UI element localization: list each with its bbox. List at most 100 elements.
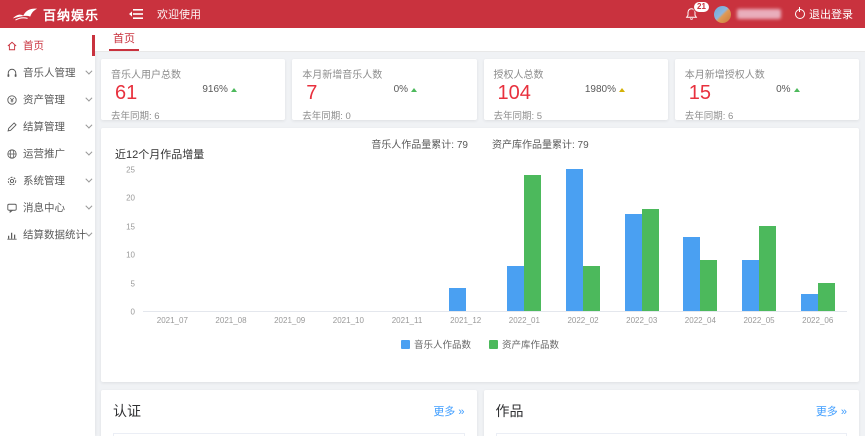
content: 音乐人用户总数61916%去年同期: 6本月新增音乐人数70%去年同期: 0授权… (95, 52, 865, 436)
chevron-down-icon (85, 68, 92, 75)
stat-percent: 1980% (585, 84, 625, 95)
brand-name: 百纳娱乐 (43, 5, 99, 24)
y-tick-label: 25 (126, 166, 135, 175)
chevron-down-icon (85, 122, 92, 129)
welcome-text: 欢迎使用 (157, 6, 201, 22)
x-tick-label: 2022_04 (671, 312, 730, 325)
sidebar: 首页音乐人管理资产管理结算管理运营推广系统管理消息中心结算数据统计 (0, 28, 95, 436)
bar-group-2021_08 (202, 170, 261, 311)
stat-card-3: 本月新增授权人数150% 去年同期: 6 (675, 59, 859, 120)
trend-up-icon (411, 88, 417, 92)
sidebar-item-coins[interactable]: 资产管理 (0, 86, 95, 113)
tabbar: 首页 (95, 28, 865, 52)
stat-title: 授权人总数 (494, 66, 658, 81)
sidebar-item-label: 结算管理 (23, 119, 65, 134)
x-tick-label: 2021_12 (436, 312, 495, 325)
stat-value: 104 (498, 82, 658, 105)
message-icon (6, 202, 18, 214)
stat-card-2: 授权人总数1041980%去年同期: 5 (484, 59, 668, 120)
panel-认证: 认证更多 »头像真实姓名手机号类型提交时间审核状态操作 (101, 390, 477, 436)
stat-percent: 0% (394, 84, 417, 95)
chevron-down-icon (85, 95, 92, 102)
bar-音乐人作品数-2021_12 (449, 288, 466, 311)
notification-badge: 21 (693, 1, 710, 13)
legend-label: 音乐人作品数 (414, 337, 471, 351)
chart-totals: 音乐人作品量累计: 79资产库作品量累计: 79 (101, 136, 859, 151)
bar-group-2022_04 (671, 170, 730, 311)
sidebar-item-label: 消息中心 (23, 200, 65, 215)
sidebar-item-bar-chart[interactable]: 结算数据统计 (0, 221, 95, 248)
headphones-icon (6, 67, 18, 79)
trend-up-icon (619, 88, 625, 92)
app-header: 百纳娱乐 欢迎使用 21 退出登录 (0, 0, 865, 28)
app-root: 百纳娱乐 欢迎使用 21 退出登录 首页音乐人管理资产 (0, 0, 865, 436)
legend-swatch-icon (489, 340, 498, 349)
stat-title: 本月新增授权人数 (685, 66, 849, 81)
sidebar-item-label: 首页 (23, 38, 44, 53)
legend-item-音乐人作品数[interactable]: 音乐人作品数 (401, 337, 471, 351)
sidebar-item-label: 运营推广 (23, 146, 65, 161)
home-icon (6, 40, 18, 52)
bar-音乐人作品数-2022_01 (507, 266, 524, 311)
trend-up-icon (231, 88, 237, 92)
bar-资产库作品数-2022_05 (759, 226, 776, 311)
chevron-down-icon (85, 149, 92, 156)
sidebar-item-pen[interactable]: 结算管理 (0, 113, 95, 140)
bar-group-2022_02 (554, 170, 613, 311)
y-tick-label: 20 (126, 194, 135, 203)
bar-group-2021_09 (260, 170, 319, 311)
stat-percent: 916% (202, 84, 237, 95)
stat-value: 15 (689, 82, 849, 105)
chart-total: 资产库作品量累计: 79 (492, 140, 589, 151)
bar-资产库作品数-2022_06 (818, 283, 835, 311)
y-tick-label: 10 (126, 251, 135, 260)
tab-home-label: 首页 (113, 33, 135, 45)
sidebar-collapse-button[interactable] (129, 8, 143, 20)
sidebar-item-gear[interactable]: 系统管理 (0, 167, 95, 194)
more-link[interactable]: 更多 » (433, 403, 464, 419)
gear-icon (6, 175, 18, 187)
stat-value: 7 (306, 82, 466, 105)
pen-icon (6, 121, 18, 133)
stat-title: 本月新增音乐人数 (302, 66, 466, 81)
x-tick-label: 2022_06 (788, 312, 847, 325)
bar-资产库作品数-2022_01 (524, 175, 541, 311)
bar-group-2022_01 (495, 170, 554, 311)
sidebar-item-message[interactable]: 消息中心 (0, 194, 95, 221)
stat-title: 音乐人用户总数 (111, 66, 275, 81)
sidebar-item-home[interactable]: 首页 (0, 32, 95, 59)
legend-item-资产库作品数[interactable]: 资产库作品数 (489, 337, 559, 351)
avatar[interactable] (714, 6, 731, 23)
brand-logo-bird-icon (12, 6, 38, 22)
panel-title: 认证 (113, 401, 141, 421)
bar-group-2022_05 (730, 170, 789, 311)
layout: 首页音乐人管理资产管理结算管理运营推广系统管理消息中心结算数据统计 首页 音乐人… (0, 28, 865, 436)
y-axis: 0510152025 (113, 170, 139, 312)
sidebar-item-globe[interactable]: 运营推广 (0, 140, 95, 167)
y-tick-label: 0 (131, 308, 135, 317)
bar-group-2021_10 (319, 170, 378, 311)
stat-last-year: 去年同期: 6 (111, 108, 275, 122)
bar-音乐人作品数-2022_03 (625, 214, 642, 311)
notifications-button[interactable]: 21 (685, 7, 698, 21)
x-tick-label: 2022_01 (495, 312, 554, 325)
x-tick-label: 2021_08 (202, 312, 261, 325)
stat-last-year: 去年同期: 6 (685, 108, 849, 122)
logout-label: 退出登录 (809, 6, 853, 22)
chart-legend: 音乐人作品数 资产库作品数 (113, 337, 847, 351)
bar-资产库作品数-2022_03 (642, 209, 659, 311)
panels-row: 认证更多 »头像真实姓名手机号类型提交时间审核状态操作作品更多 »头像歌名歌手名… (101, 390, 859, 436)
bars-area (143, 170, 847, 312)
chart-title: 近12个月作品增量 (115, 146, 204, 162)
stat-card-0: 音乐人用户总数61916%去年同期: 6 (101, 59, 285, 120)
bar-chart-icon (6, 229, 18, 241)
stat-percent: 0% (776, 84, 799, 95)
panel-title: 作品 (496, 401, 524, 421)
bar-音乐人作品数-2022_04 (683, 237, 700, 311)
sidebar-item-headphones[interactable]: 音乐人管理 (0, 59, 95, 86)
bar-group-2021_12 (436, 170, 495, 311)
more-link[interactable]: 更多 » (816, 403, 847, 419)
x-tick-label: 2021_11 (378, 312, 437, 325)
tab-home[interactable]: 首页 (109, 28, 139, 51)
logout-button[interactable]: 退出登录 (795, 6, 853, 22)
